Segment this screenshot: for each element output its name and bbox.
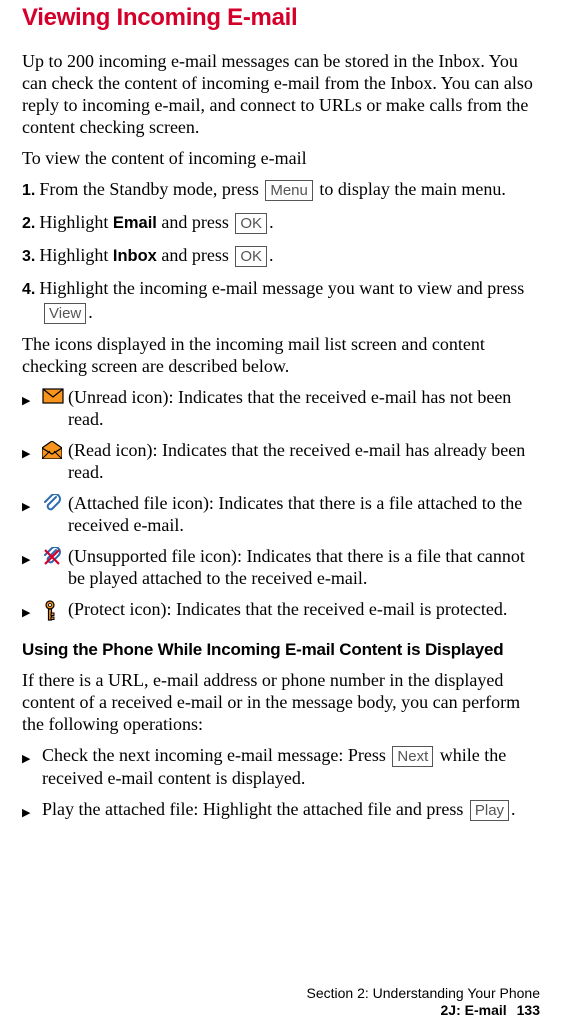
- icon-item-protect: ▶ (Protect icon): Indicates that the rec…: [22, 598, 540, 624]
- triangle-bullet-icon: ▶: [22, 439, 42, 483]
- step-4: 4. Highlight the incoming e-mail message…: [22, 277, 540, 301]
- ok-key: OK: [235, 213, 267, 234]
- envelope-read-icon: [42, 439, 68, 483]
- strong-email: Email: [113, 214, 157, 232]
- step-number: 4.: [22, 279, 35, 301]
- step-text: From the Standby mode, press Menu to dis…: [39, 178, 540, 201]
- footer-section: 2J: E-mail: [441, 1002, 507, 1018]
- paperclip-unsupported-icon: [42, 545, 68, 589]
- triangle-bullet-icon: ▶: [22, 545, 42, 589]
- sub-intro: If there is a URL, e-mail address or pho…: [22, 669, 540, 735]
- text-frag: .: [511, 799, 516, 819]
- icon-item-read: ▶ (Read icon): Indicates that the receiv…: [22, 439, 540, 483]
- envelope-unread-icon: [42, 386, 68, 430]
- step-2: 2. Highlight Email and press OK.: [22, 211, 540, 235]
- footer-line-2: 2J: E-mail 133: [306, 1002, 540, 1019]
- step-text: Highlight Email and press OK.: [39, 211, 540, 234]
- text-frag: and press: [157, 245, 233, 265]
- icon-item-attached: ▶ (Attached file icon): Indicates that t…: [22, 492, 540, 536]
- play-key: Play: [470, 800, 509, 821]
- icon-desc: (Protect icon): Indicates that the recei…: [68, 598, 540, 624]
- page-footer: Section 2: Understanding Your Phone 2J: …: [306, 985, 540, 1019]
- triangle-bullet-icon: ▶: [22, 798, 42, 824]
- text-frag: and press: [157, 212, 233, 232]
- icon-desc: (Unread icon): Indicates that the receiv…: [68, 386, 540, 430]
- text-frag: From the Standby mode, press: [39, 179, 263, 199]
- triangle-bullet-icon: ▶: [22, 598, 42, 624]
- view-key: View: [44, 303, 86, 324]
- key-protect-icon: [42, 598, 68, 624]
- op-text: Check the next incoming e-mail message: …: [42, 744, 540, 789]
- op-text: Play the attached file: Highlight the at…: [42, 798, 540, 824]
- step-1: 1. From the Standby mode, press Menu to …: [22, 178, 540, 202]
- step-number: 3.: [22, 246, 35, 268]
- icon-item-unsupported: ▶ (Unsupported file icon): Indicates tha…: [22, 545, 540, 589]
- step-text: Highlight Inbox and press OK.: [39, 244, 540, 267]
- step-3: 3. Highlight Inbox and press OK.: [22, 244, 540, 268]
- op-item-next: ▶ Check the next incoming e-mail message…: [22, 744, 540, 789]
- text-frag: .: [269, 245, 274, 265]
- page-number: 133: [517, 1002, 540, 1018]
- triangle-bullet-icon: ▶: [22, 744, 42, 789]
- ok-key: OK: [235, 246, 267, 267]
- manual-page: Viewing Incoming E-mail Up to 200 incomi…: [0, 0, 562, 1029]
- strong-inbox: Inbox: [113, 247, 157, 265]
- menu-key: Menu: [265, 180, 313, 201]
- sub-heading: Using the Phone While Incoming E-mail Co…: [22, 640, 540, 660]
- text-frag: Check the next incoming e-mail message: …: [42, 745, 390, 765]
- footer-line-1: Section 2: Understanding Your Phone: [306, 985, 540, 1002]
- text-frag: Highlight: [39, 245, 113, 265]
- text-frag: to display the main menu.: [315, 179, 506, 199]
- page-title: Viewing Incoming E-mail: [22, 0, 540, 32]
- icons-lead: The icons displayed in the incoming mail…: [22, 333, 540, 377]
- intro-paragraph: Up to 200 incoming e-mail messages can b…: [22, 50, 540, 138]
- icon-desc: (Attached file icon): Indicates that the…: [68, 492, 540, 536]
- text-frag: Play the attached file: Highlight the at…: [42, 799, 468, 819]
- paperclip-icon: [42, 492, 68, 536]
- step-text: Highlight the incoming e-mail message yo…: [39, 277, 540, 299]
- text-frag: Highlight: [39, 212, 113, 232]
- triangle-bullet-icon: ▶: [22, 386, 42, 430]
- triangle-bullet-icon: ▶: [22, 492, 42, 536]
- next-key: Next: [392, 746, 433, 767]
- lead-line: To view the content of incoming e-mail: [22, 147, 540, 169]
- text-frag: .: [88, 302, 93, 322]
- icon-desc: (Read icon): Indicates that the received…: [68, 439, 540, 483]
- text-frag: Highlight the incoming e-mail message yo…: [39, 278, 524, 298]
- body: Up to 200 incoming e-mail messages can b…: [22, 50, 540, 824]
- icon-item-unread: ▶ (Unread icon): Indicates that the rece…: [22, 386, 540, 430]
- icon-desc: (Unsupported file icon): Indicates that …: [68, 545, 540, 589]
- step-number: 1.: [22, 180, 35, 202]
- op-item-play: ▶ Play the attached file: Highlight the …: [22, 798, 540, 824]
- step-4-cont: View.: [42, 301, 540, 324]
- step-number: 2.: [22, 213, 35, 235]
- text-frag: .: [269, 212, 274, 232]
